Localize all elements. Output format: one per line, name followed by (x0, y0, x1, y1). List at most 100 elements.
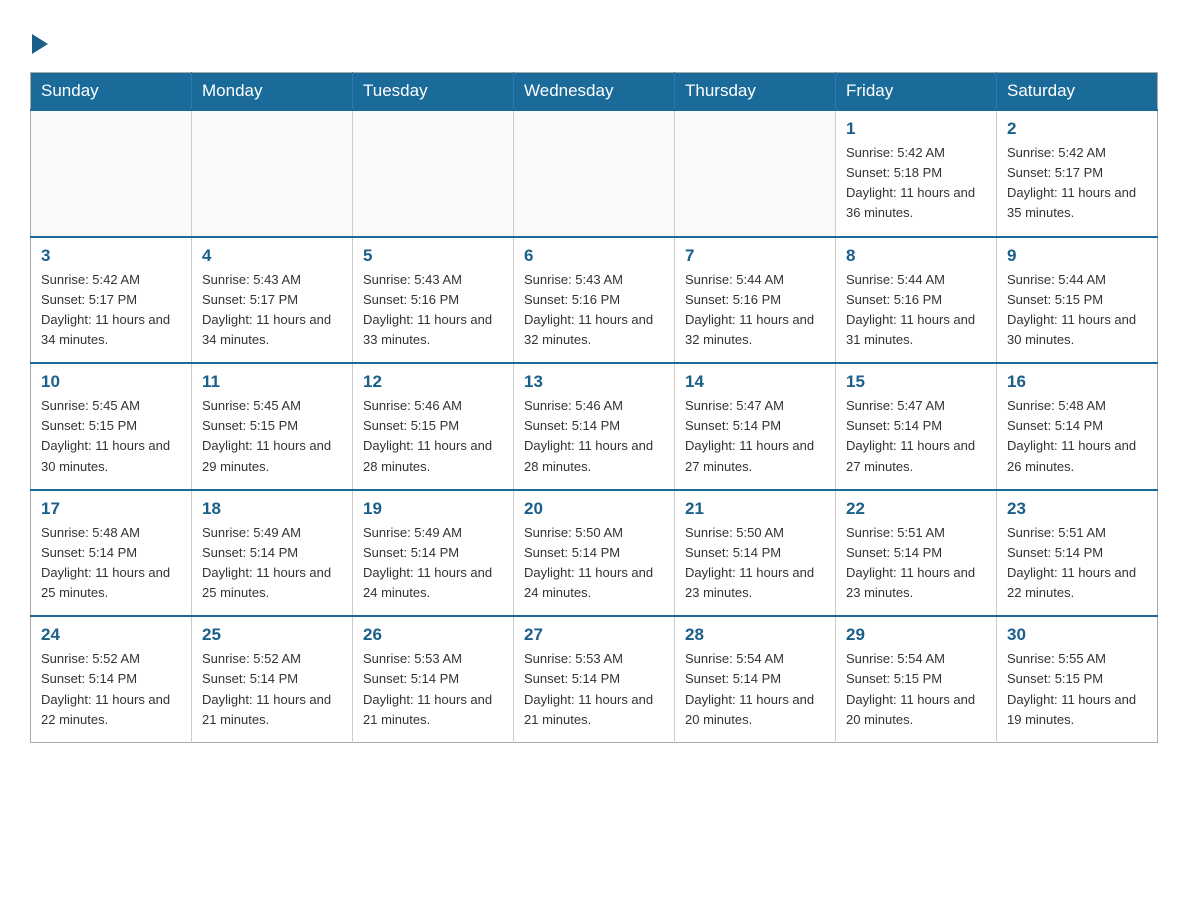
calendar-cell (192, 110, 353, 237)
day-info: Sunrise: 5:46 AMSunset: 5:15 PMDaylight:… (363, 396, 503, 477)
day-info: Sunrise: 5:49 AMSunset: 5:14 PMDaylight:… (363, 523, 503, 604)
calendar-week-row: 24 Sunrise: 5:52 AMSunset: 5:14 PMDayligh… (31, 616, 1158, 742)
weekday-header-monday: Monday (192, 73, 353, 111)
day-info: Sunrise: 5:48 AMSunset: 5:14 PMDaylight:… (41, 523, 181, 604)
calendar-cell: 11 Sunrise: 5:45 AMSunset: 5:15 PMDayligh… (192, 363, 353, 490)
day-number: 16 (1007, 372, 1147, 392)
calendar-cell: 17 Sunrise: 5:48 AMSunset: 5:14 PMDayligh… (31, 490, 192, 617)
calendar-cell (31, 110, 192, 237)
day-number: 29 (846, 625, 986, 645)
day-number: 25 (202, 625, 342, 645)
day-number: 9 (1007, 246, 1147, 266)
day-number: 14 (685, 372, 825, 392)
day-info: Sunrise: 5:55 AMSunset: 5:15 PMDaylight:… (1007, 649, 1147, 730)
calendar-cell: 20 Sunrise: 5:50 AMSunset: 5:14 PMDayligh… (514, 490, 675, 617)
day-number: 8 (846, 246, 986, 266)
day-number: 13 (524, 372, 664, 392)
day-number: 11 (202, 372, 342, 392)
day-number: 22 (846, 499, 986, 519)
calendar-table: SundayMondayTuesdayWednesdayThursdayFrid… (30, 72, 1158, 743)
calendar-cell (675, 110, 836, 237)
day-info: Sunrise: 5:44 AMSunset: 5:16 PMDaylight:… (846, 270, 986, 351)
calendar-cell: 16 Sunrise: 5:48 AMSunset: 5:14 PMDayligh… (997, 363, 1158, 490)
calendar-week-row: 1Sunrise: 5:42 AMSunset: 5:18 PMDaylight… (31, 110, 1158, 237)
day-info: Sunrise: 5:44 AMSunset: 5:15 PMDaylight:… (1007, 270, 1147, 351)
calendar-cell: 4 Sunrise: 5:43 AMSunset: 5:17 PMDaylight… (192, 237, 353, 364)
calendar-cell: 10 Sunrise: 5:45 AMSunset: 5:15 PMDayligh… (31, 363, 192, 490)
weekday-row: SundayMondayTuesdayWednesdayThursdayFrid… (31, 73, 1158, 111)
calendar-cell: 26 Sunrise: 5:53 AMSunset: 5:14 PMDayligh… (353, 616, 514, 742)
calendar-cell: 25 Sunrise: 5:52 AMSunset: 5:14 PMDayligh… (192, 616, 353, 742)
day-info: Sunrise: 5:47 AMSunset: 5:14 PMDaylight:… (846, 396, 986, 477)
page-header (30, 24, 1158, 54)
day-info: Sunrise: 5:51 AMSunset: 5:14 PMDaylight:… (1007, 523, 1147, 604)
calendar-cell (514, 110, 675, 237)
calendar-cell: 27Sunrise: 5:53 AMSunset: 5:14 PMDayligh… (514, 616, 675, 742)
day-info: Sunrise: 5:52 AMSunset: 5:14 PMDaylight:… (41, 649, 181, 730)
day-number: 26 (363, 625, 503, 645)
day-info: Sunrise: 5:43 AMSunset: 5:16 PMDaylight:… (524, 270, 664, 351)
day-number: 28 (685, 625, 825, 645)
calendar-cell: 15 Sunrise: 5:47 AMSunset: 5:14 PMDayligh… (836, 363, 997, 490)
day-info: Sunrise: 5:54 AMSunset: 5:15 PMDaylight:… (846, 649, 986, 730)
day-info: Sunrise: 5:43 AMSunset: 5:16 PMDaylight:… (363, 270, 503, 351)
day-number: 7 (685, 246, 825, 266)
day-info: Sunrise: 5:50 AMSunset: 5:14 PMDaylight:… (524, 523, 664, 604)
day-number: 6 (524, 246, 664, 266)
calendar-cell: 9 Sunrise: 5:44 AMSunset: 5:15 PMDaylight… (997, 237, 1158, 364)
day-number: 1 (846, 119, 986, 139)
day-number: 5 (363, 246, 503, 266)
calendar-cell: 18 Sunrise: 5:49 AMSunset: 5:14 PMDayligh… (192, 490, 353, 617)
day-number: 17 (41, 499, 181, 519)
day-number: 30 (1007, 625, 1147, 645)
day-number: 10 (41, 372, 181, 392)
calendar-week-row: 17 Sunrise: 5:48 AMSunset: 5:14 PMDayligh… (31, 490, 1158, 617)
calendar-cell: 6 Sunrise: 5:43 AMSunset: 5:16 PMDaylight… (514, 237, 675, 364)
calendar-cell: 2 Sunrise: 5:42 AMSunset: 5:17 PMDaylight… (997, 110, 1158, 237)
day-number: 15 (846, 372, 986, 392)
day-number: 18 (202, 499, 342, 519)
day-info: Sunrise: 5:51 AMSunset: 5:14 PMDaylight:… (846, 523, 986, 604)
day-info: Sunrise: 5:43 AMSunset: 5:17 PMDaylight:… (202, 270, 342, 351)
calendar-cell: 12Sunrise: 5:46 AMSunset: 5:15 PMDayligh… (353, 363, 514, 490)
calendar-cell: 13 Sunrise: 5:46 AMSunset: 5:14 PMDayligh… (514, 363, 675, 490)
calendar-cell: 14 Sunrise: 5:47 AMSunset: 5:14 PMDayligh… (675, 363, 836, 490)
calendar-week-row: 10 Sunrise: 5:45 AMSunset: 5:15 PMDayligh… (31, 363, 1158, 490)
day-info: Sunrise: 5:48 AMSunset: 5:14 PMDaylight:… (1007, 396, 1147, 477)
day-info: Sunrise: 5:52 AMSunset: 5:14 PMDaylight:… (202, 649, 342, 730)
weekday-header-saturday: Saturday (997, 73, 1158, 111)
day-info: Sunrise: 5:53 AMSunset: 5:14 PMDaylight:… (524, 649, 664, 730)
calendar-cell: 5 Sunrise: 5:43 AMSunset: 5:16 PMDaylight… (353, 237, 514, 364)
calendar-cell: 30 Sunrise: 5:55 AMSunset: 5:15 PMDayligh… (997, 616, 1158, 742)
day-info: Sunrise: 5:44 AMSunset: 5:16 PMDaylight:… (685, 270, 825, 351)
weekday-header-wednesday: Wednesday (514, 73, 675, 111)
day-number: 20 (524, 499, 664, 519)
day-info: Sunrise: 5:49 AMSunset: 5:14 PMDaylight:… (202, 523, 342, 604)
day-info: Sunrise: 5:45 AMSunset: 5:15 PMDaylight:… (202, 396, 342, 477)
calendar-cell: 19 Sunrise: 5:49 AMSunset: 5:14 PMDayligh… (353, 490, 514, 617)
day-info: Sunrise: 5:45 AMSunset: 5:15 PMDaylight:… (41, 396, 181, 477)
logo-chevron-icon (32, 34, 48, 54)
day-info: Sunrise: 5:47 AMSunset: 5:14 PMDaylight:… (685, 396, 825, 477)
calendar-cell: 8 Sunrise: 5:44 AMSunset: 5:16 PMDaylight… (836, 237, 997, 364)
calendar-cell: 22 Sunrise: 5:51 AMSunset: 5:14 PMDayligh… (836, 490, 997, 617)
day-number: 2 (1007, 119, 1147, 139)
calendar-header: SundayMondayTuesdayWednesdayThursdayFrid… (31, 73, 1158, 111)
day-number: 19 (363, 499, 503, 519)
day-number: 23 (1007, 499, 1147, 519)
calendar-week-row: 3Sunrise: 5:42 AMSunset: 5:17 PMDaylight… (31, 237, 1158, 364)
calendar-cell: 7 Sunrise: 5:44 AMSunset: 5:16 PMDaylight… (675, 237, 836, 364)
weekday-header-friday: Friday (836, 73, 997, 111)
calendar-cell: 3Sunrise: 5:42 AMSunset: 5:17 PMDaylight… (31, 237, 192, 364)
day-number: 21 (685, 499, 825, 519)
day-info: Sunrise: 5:42 AMSunset: 5:17 PMDaylight:… (1007, 143, 1147, 224)
day-number: 24 (41, 625, 181, 645)
calendar-cell: 28 Sunrise: 5:54 AMSunset: 5:14 PMDayligh… (675, 616, 836, 742)
calendar-cell: 1Sunrise: 5:42 AMSunset: 5:18 PMDaylight… (836, 110, 997, 237)
day-info: Sunrise: 5:53 AMSunset: 5:14 PMDaylight:… (363, 649, 503, 730)
day-info: Sunrise: 5:46 AMSunset: 5:14 PMDaylight:… (524, 396, 664, 477)
day-info: Sunrise: 5:54 AMSunset: 5:14 PMDaylight:… (685, 649, 825, 730)
weekday-header-sunday: Sunday (31, 73, 192, 111)
calendar-cell: 21Sunrise: 5:50 AMSunset: 5:14 PMDayligh… (675, 490, 836, 617)
day-number: 4 (202, 246, 342, 266)
